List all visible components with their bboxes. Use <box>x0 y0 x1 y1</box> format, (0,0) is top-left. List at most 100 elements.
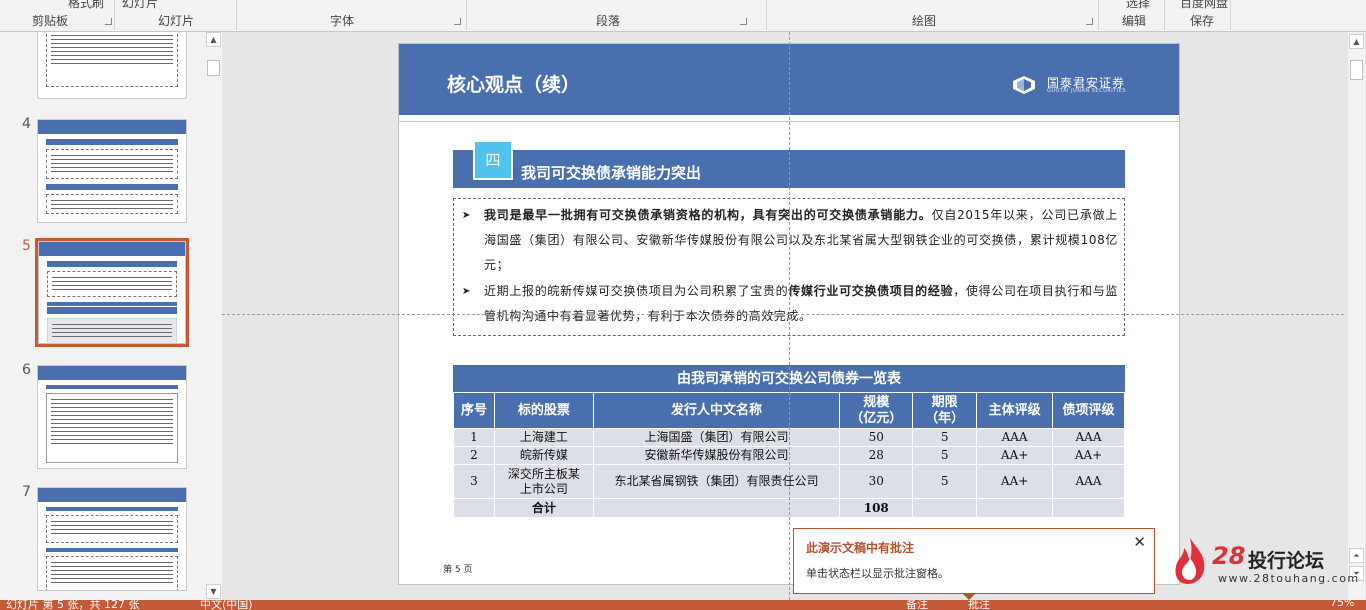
slide-number-selected: 5 <box>22 238 31 254</box>
format-painter-button[interactable]: 格式刷 <box>68 0 104 11</box>
table-cell: 5 <box>912 428 978 447</box>
status-bar: 幻灯片 第 5 张，共 127 张 中文(中国) 备注 批注 75% <box>0 600 1366 610</box>
col-header-issuer-rating: 主体评级 <box>976 392 1054 429</box>
bullet-1-bold: 我司是最早一批拥有可交换债承销资格的机构，具有突出的可交换债承销能力。 <box>484 208 932 222</box>
slide-title[interactable]: 核心观点（续） <box>447 70 580 97</box>
slide-number: 4 <box>22 116 31 132</box>
section-number-badge: 四 <box>473 140 513 180</box>
thumbnail-scrollbar[interactable]: ▲ ▼ <box>205 32 222 600</box>
slide-count-status[interactable]: 幻灯片 第 5 张，共 127 张 <box>6 600 139 610</box>
table-cell: 2 <box>453 446 495 465</box>
table-cell: 30 <box>839 464 914 499</box>
col-header-stock: 标的股票 <box>493 392 594 429</box>
group-label-paragraph: 段落 <box>596 14 621 28</box>
scrollbar-thumb[interactable] <box>207 60 220 76</box>
group-label-editing: 编辑 <box>1122 14 1147 28</box>
new-slide-button[interactable]: 幻灯片 <box>122 0 158 11</box>
table-cell <box>1052 498 1125 518</box>
total-value: 108 <box>839 498 914 518</box>
baidu-netdisk-button[interactable]: 百度网盘 <box>1180 0 1228 11</box>
company-logo: 国泰君安证券 GUOTAI JUNAN SECURITIES <box>1013 74 1143 96</box>
slide-thumbnail-5[interactable] <box>38 241 186 344</box>
table-cell <box>912 498 978 518</box>
comments-button[interactable]: 批注 <box>968 600 990 610</box>
slide-number: 6 <box>22 362 31 378</box>
popup-pointer <box>962 593 976 600</box>
watermark-name: 投行论坛 <box>1248 550 1325 572</box>
table-cell <box>592 498 841 518</box>
bullet-2-bold: 传媒行业可交换债项目的经验 <box>788 284 954 298</box>
scrollbar-thumb[interactable] <box>1350 60 1363 80</box>
table-cell: 深交所主板某 上市公司 <box>493 464 594 499</box>
watermark-number: 28 <box>1212 542 1246 570</box>
close-icon[interactable]: ✕ <box>1133 535 1146 550</box>
slide-scrollbar[interactable]: ▲ ⏶ ⏷ <box>1348 32 1365 600</box>
slide-thumbnail-7[interactable] <box>37 487 187 591</box>
group-label-font: 字体 <box>330 14 355 28</box>
language-status[interactable]: 中文(中国) <box>200 600 253 610</box>
logo-mark-icon <box>1013 76 1035 94</box>
table-cell <box>976 498 1054 518</box>
table-cell: AAA <box>1052 464 1125 499</box>
notification-title: 此演示文稿中有批注 <box>806 541 915 555</box>
table-cell: 皖新传媒 <box>493 446 594 465</box>
thumb-textbox <box>46 32 178 87</box>
flame-icon <box>1175 538 1205 584</box>
group-label-save: 保存 <box>1190 14 1215 28</box>
slide-thumbnail-3[interactable] <box>37 32 187 99</box>
group-divider <box>1230 0 1231 30</box>
table-cell: AA+ <box>976 464 1054 499</box>
table-cell: 上海建工 <box>493 428 594 447</box>
table-cell: 1 <box>453 428 495 447</box>
ribbon: 格式刷 幻灯片 选择 百度网盘 剪贴板 幻灯片 字体 段落 绘图 编辑 保存 <box>0 0 1366 32</box>
table-cell: 3 <box>453 464 495 499</box>
scroll-up-icon[interactable]: ▲ <box>1349 34 1364 49</box>
group-divider <box>1098 0 1099 30</box>
slide-editing-area: 核心观点（续） 国泰君安证券 GUOTAI JUNAN SECURITIES 四… <box>222 32 1344 600</box>
group-divider <box>114 0 115 30</box>
slide-thumbnail-4[interactable] <box>37 119 187 223</box>
slide-thumbnail-pane: 4 5 6 7 <box>0 32 222 600</box>
paragraph-launcher-icon[interactable] <box>740 18 747 25</box>
col-header-bond-rating: 债项评级 <box>1052 392 1125 429</box>
scroll-down-icon[interactable]: ▼ <box>206 584 221 599</box>
table-cell: 安徽新华传媒股份有限公司 <box>592 446 841 465</box>
slide-number: 7 <box>22 484 31 500</box>
section-title[interactable]: 我司可交换债承销能力突出 <box>521 162 701 183</box>
col-header-index: 序号 <box>453 392 495 429</box>
zoom-level[interactable]: 75% <box>1330 600 1354 609</box>
scroll-up-icon[interactable]: ▲ <box>206 32 221 47</box>
drawing-launcher-icon[interactable] <box>1086 18 1093 25</box>
font-launcher-icon[interactable] <box>454 18 461 25</box>
col-header-size: 规模 （亿元） <box>839 392 914 429</box>
group-divider <box>1164 0 1165 30</box>
bullet-paragraph-1: ➤ 我司是最早一批拥有可交换债承销资格的机构，具有突出的可交换债承销能力。仅自2… <box>462 203 1118 278</box>
slide-thumbnail-6[interactable] <box>37 365 187 469</box>
table-cell: AAA <box>1052 428 1125 447</box>
notification-text: 单击状态栏以显示批注窗格。 <box>806 567 949 580</box>
total-label: 合计 <box>493 498 594 518</box>
arrow-bullet-icon: ➤ <box>462 286 471 297</box>
previous-slide-icon[interactable]: ⏶ <box>1349 548 1364 563</box>
group-label-slides: 幻灯片 <box>158 14 195 28</box>
col-header-issuer: 发行人中文名称 <box>592 392 841 429</box>
table-cell: AA+ <box>1052 446 1125 465</box>
bullet-2-pre: 近期上报的皖新传媒可交换债项目为公司积累了宝贵的 <box>484 284 789 298</box>
notes-button[interactable]: 备注 <box>906 600 928 610</box>
group-label-drawing: 绘图 <box>912 14 937 28</box>
forum-watermark: 28 投行论坛 www.28touhang.com <box>1170 536 1358 586</box>
group-divider <box>236 0 237 30</box>
horizontal-guide-line[interactable] <box>222 314 1344 315</box>
vertical-guide-line[interactable] <box>789 32 790 600</box>
comments-notification[interactable]: 此演示文稿中有批注 单击状态栏以显示批注窗格。 ✕ <box>793 528 1155 600</box>
table-cell: 28 <box>839 446 914 465</box>
page-number: 第 5 页 <box>443 565 473 575</box>
table-cell <box>453 498 495 518</box>
table-cell: 5 <box>912 446 978 465</box>
col-header-term: 期限 （年） <box>912 392 978 429</box>
table-cell: AA+ <box>976 446 1054 465</box>
table-cell: 50 <box>839 428 914 447</box>
group-label-clipboard: 剪贴板 <box>32 14 69 28</box>
select-button[interactable]: 选择 <box>1126 0 1150 11</box>
clipboard-launcher-icon[interactable] <box>105 18 112 25</box>
